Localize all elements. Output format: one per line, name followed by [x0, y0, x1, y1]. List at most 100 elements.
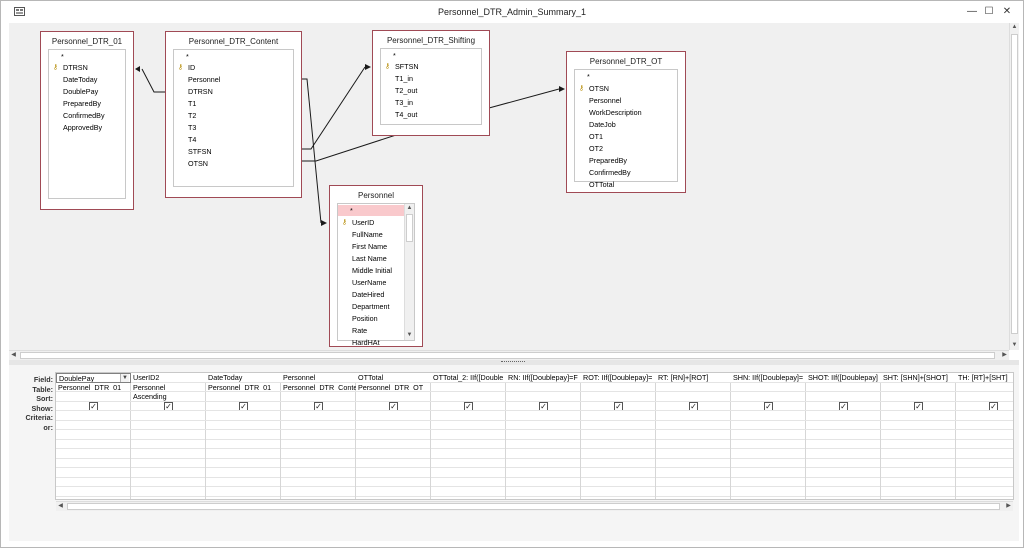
grid-column[interactable]: DoublePay ▼ Personnel_DTR_01 ✓: [56, 373, 131, 499]
field-item[interactable]: T3_in: [381, 97, 413, 108]
grid-field-cell[interactable]: UserID2: [131, 373, 206, 383]
field-item[interactable]: OT2: [575, 143, 603, 154]
field-item[interactable]: Department: [338, 301, 390, 312]
grid-sort-cell[interactable]: [731, 392, 806, 402]
grid-criteria-cell[interactable]: [356, 411, 431, 421]
field-key[interactable]: ⚷ SFTSN: [381, 61, 419, 72]
show-checkbox[interactable]: ✓: [239, 401, 248, 411]
grid-sort-cell[interactable]: Ascending: [131, 392, 206, 402]
field-item[interactable]: ConfirmedBy: [575, 167, 631, 178]
field-list[interactable]: * ⚷ ID Personnel DTRSN T1 T2 T3 T4 STFSN…: [173, 49, 294, 187]
scrollbar-thumb[interactable]: [406, 214, 413, 242]
show-checkbox[interactable]: ✓: [89, 401, 98, 411]
table-personnel-dtr-01[interactable]: Personnel_DTR_01 * ⚷ DTRSN DateToday Dou…: [40, 31, 134, 210]
grid-or-cell[interactable]: [656, 421, 731, 430]
field-item[interactable]: FullName: [338, 229, 383, 240]
field-item[interactable]: ApprovedBy: [49, 122, 102, 133]
grid-sort-cell[interactable]: [656, 392, 731, 402]
query-design-grid[interactable]: DoublePay ▼ Personnel_DTR_01 ✓ UserID2 Person…: [55, 372, 1014, 500]
grid-sort-cell[interactable]: [956, 392, 1013, 402]
grid-column[interactable]: UserID2 Personnel Ascending ✓: [131, 373, 206, 499]
field-item[interactable]: Position: [338, 313, 378, 324]
field-list[interactable]: * ⚷ UserID FullName First Name Last Name…: [337, 203, 415, 345]
scroll-up-arrow-icon[interactable]: ▲: [1010, 23, 1019, 32]
grid-criteria-cell[interactable]: [656, 411, 731, 421]
scrollbar-thumb[interactable]: [20, 352, 995, 359]
grid-field-cell[interactable]: DoublePay ▼: [56, 373, 131, 383]
field-item[interactable]: DateJob: [575, 119, 616, 130]
field-item[interactable]: UserName: [338, 277, 386, 288]
grid-column[interactable]: SHOT: IIf([Doublepay] ✓: [806, 373, 881, 499]
grid-column[interactable]: TH: [RT]+[SHT] ✓: [956, 373, 1013, 499]
table-personnel[interactable]: Personnel * ⚷ UserID FullName First Name…: [329, 185, 423, 347]
field-key[interactable]: ⚷ ID: [174, 62, 195, 73]
field-key[interactable]: ⚷ UserID: [338, 217, 374, 228]
table-personnel-dtr-ot[interactable]: Personnel_DTR_OT * ⚷ OTSN Personnel Work…: [566, 51, 686, 193]
grid-sort-cell[interactable]: [881, 392, 956, 402]
grid-criteria-cell[interactable]: [431, 411, 506, 421]
grid-field-cell[interactable]: SHN: IIf([Doublepay]=: [731, 373, 806, 383]
dropdown-arrow-icon[interactable]: ▼: [120, 374, 129, 382]
scroll-up-arrow-icon[interactable]: ▲: [405, 204, 414, 213]
field-item[interactable]: T4_out: [381, 109, 417, 120]
grid-criteria-cell[interactable]: [806, 411, 881, 421]
field-item[interactable]: Personnel: [174, 74, 220, 85]
grid-field-cell[interactable]: DateToday: [206, 373, 281, 383]
grid-table-cell[interactable]: [881, 383, 956, 392]
show-checkbox[interactable]: ✓: [614, 401, 623, 411]
grid-table-cell[interactable]: [431, 383, 506, 392]
grid-field-cell[interactable]: TH: [RT]+[SHT]: [956, 373, 1013, 383]
grid-column[interactable]: RN: IIf([Doublepay]=F ✓: [506, 373, 581, 499]
show-checkbox[interactable]: ✓: [989, 401, 998, 411]
show-checkbox[interactable]: ✓: [839, 401, 848, 411]
field-item[interactable]: T2_out: [381, 85, 417, 96]
splitter-grip-icon[interactable]: [501, 361, 525, 363]
scroll-left-arrow-icon[interactable]: ◀: [9, 351, 18, 360]
grid-or-cell[interactable]: [56, 421, 131, 430]
grid-column[interactable]: ROT: IIf([Doublepay]= ✓: [581, 373, 656, 499]
diagram-horizontal-scrollbar[interactable]: ◀ ▶: [9, 350, 1009, 360]
show-checkbox[interactable]: ✓: [539, 401, 548, 411]
grid-criteria-cell[interactable]: [281, 411, 356, 421]
show-checkbox[interactable]: ✓: [914, 401, 923, 411]
scroll-left-arrow-icon[interactable]: ◀: [56, 502, 65, 511]
grid-field-cell[interactable]: Personnel: [281, 373, 356, 383]
field-all[interactable]: *: [174, 51, 189, 62]
field-item[interactable]: DateHired: [338, 289, 384, 300]
grid-or-cell[interactable]: [206, 421, 281, 430]
field-list[interactable]: * ⚷ OTSN Personnel WorkDescription DateJ…: [574, 69, 678, 189]
grid-criteria-cell[interactable]: [881, 411, 956, 421]
grid-or-cell[interactable]: [431, 421, 506, 430]
grid-horizontal-scrollbar[interactable]: ◀ ▶: [56, 501, 1013, 511]
field-item[interactable]: T1: [174, 98, 196, 109]
grid-criteria-cell[interactable]: [206, 411, 281, 421]
grid-field-cell[interactable]: SHOT: IIf([Doublepay]: [806, 373, 881, 383]
field-item[interactable]: Last Name: [338, 253, 387, 264]
grid-sort-cell[interactable]: [356, 392, 431, 402]
scrollbar-thumb[interactable]: [1011, 34, 1018, 334]
table-personnel-dtr-shifting[interactable]: Personnel_DTR_Shifting * ⚷ SFTSN T1_in T…: [372, 30, 490, 136]
grid-table-cell[interactable]: Personnel_DTR_OT: [356, 383, 431, 392]
field-item[interactable]: HardHAt: [338, 337, 380, 345]
grid-table-cell[interactable]: [806, 383, 881, 392]
minimize-button[interactable]: —: [965, 5, 979, 19]
field-item[interactable]: OTTotal: [575, 179, 614, 190]
show-checkbox[interactable]: ✓: [389, 401, 398, 411]
grid-field-cell[interactable]: ROT: IIf([Doublepay]=: [581, 373, 656, 383]
grid-criteria-cell[interactable]: [956, 411, 1013, 421]
maximize-button[interactable]: ☐: [982, 5, 996, 19]
field-item[interactable]: T1_in: [381, 73, 413, 84]
field-item[interactable]: DoublePay: [49, 86, 98, 97]
grid-table-cell[interactable]: Personnel: [131, 383, 206, 392]
show-checkbox[interactable]: ✓: [464, 401, 473, 411]
grid-table-cell[interactable]: Personnel_DTR_Conte: [281, 383, 356, 392]
field-item[interactable]: Personnel: [575, 95, 621, 106]
field-key[interactable]: ⚷ DTRSN: [49, 62, 88, 73]
show-checkbox[interactable]: ✓: [764, 401, 773, 411]
scroll-down-arrow-icon[interactable]: ▼: [1010, 341, 1019, 350]
grid-field-cell[interactable]: OTTotal_2: IIf([Double: [431, 373, 506, 383]
field-all[interactable]: *: [381, 50, 396, 61]
field-key[interactable]: ⚷ OTSN: [575, 83, 609, 94]
diagram-vertical-scrollbar[interactable]: ▲ ▼: [1009, 23, 1019, 350]
field-item[interactable]: STFSN: [174, 146, 212, 157]
